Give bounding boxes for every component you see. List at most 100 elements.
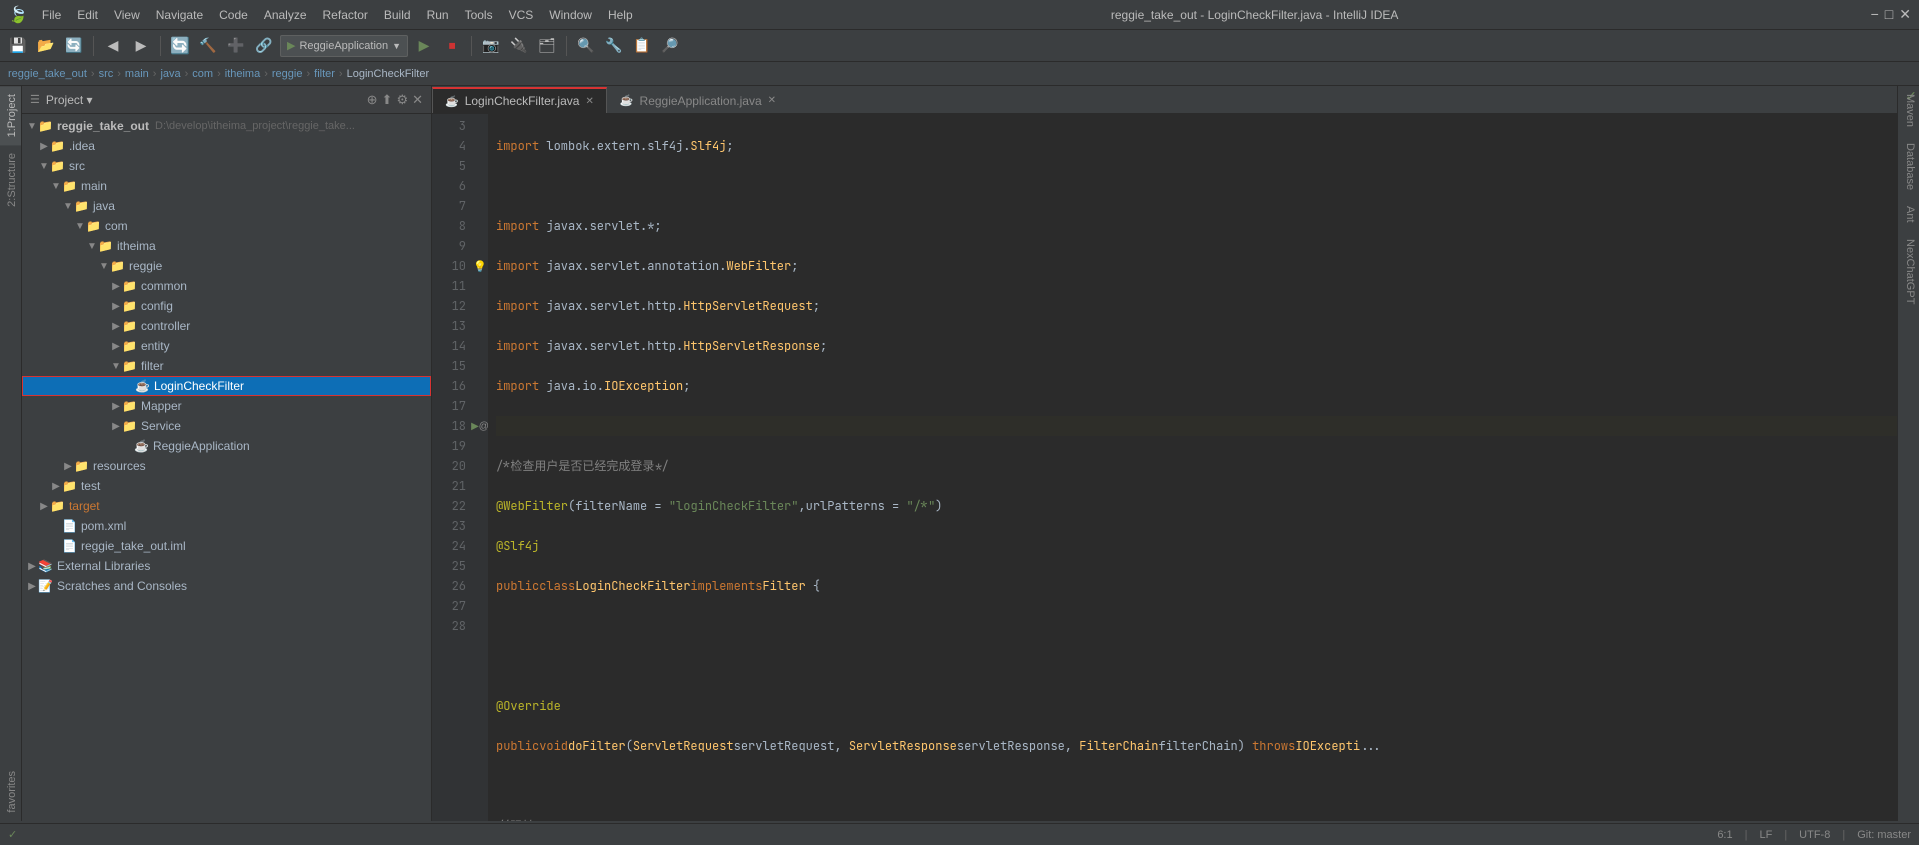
bc-main[interactable]: main <box>125 68 149 80</box>
bc-filter[interactable]: filter <box>314 68 335 80</box>
profile-button[interactable]: 🔌 <box>507 34 531 58</box>
tree-item-resources[interactable]: ▶ 📁 resources <box>22 456 431 476</box>
collapse-all-icon[interactable]: ⬆ <box>382 92 393 108</box>
folder-icon: 📁 <box>110 259 125 273</box>
tree-item-ext-libs[interactable]: ▶ 📚 External Libraries <box>22 556 431 576</box>
coverage-button[interactable]: 📷 <box>479 34 503 58</box>
sidebar-tab-project[interactable]: 1:Project <box>0 86 21 145</box>
tree-item-service[interactable]: ▶ 📁 Service <box>22 416 431 436</box>
structure-button[interactable]: 🗂 <box>535 34 559 58</box>
tree-label: ReggieApplication <box>153 439 250 453</box>
folder-icon: 📁 <box>62 479 77 493</box>
status-check: ✓ <box>8 828 17 841</box>
menu-navigate[interactable]: Navigate <box>150 6 209 24</box>
back-button[interactable]: ◀ <box>101 34 125 58</box>
menu-edit[interactable]: Edit <box>71 6 104 24</box>
maximize-button[interactable]: □ <box>1885 6 1893 23</box>
tree-item-target[interactable]: ▶ 📁 target <box>22 496 431 516</box>
menu-file[interactable]: File <box>36 6 67 24</box>
menu-view[interactable]: View <box>108 6 146 24</box>
tab-close-button[interactable]: ✕ <box>768 95 776 106</box>
hide-panel-icon[interactable]: ✕ <box>412 92 423 108</box>
tree-item-reggie[interactable]: ▼ 📁 reggie <box>22 256 431 276</box>
bc-src[interactable]: src <box>99 68 114 80</box>
tab-close-button[interactable]: ✕ <box>585 96 593 107</box>
menu-analyze[interactable]: Analyze <box>258 6 313 24</box>
tree-item-common[interactable]: ▶ 📁 common <box>22 276 431 296</box>
java-run-icon: ☕ <box>134 439 149 453</box>
expand-arrow: ▶ <box>26 581 38 592</box>
editor-tab-reggieapp[interactable]: ☕ ReggieApplication.java ✕ <box>607 87 789 113</box>
bc-itheima[interactable]: itheima <box>225 68 260 80</box>
settings-button[interactable]: 🔧 <box>602 34 626 58</box>
sidebar-tab-favorites[interactable]: favorites <box>0 763 21 821</box>
tree-item-main[interactable]: ▼ 📁 main <box>22 176 431 196</box>
add-button[interactable]: ➕ <box>224 34 248 58</box>
menu-code[interactable]: Code <box>213 6 254 24</box>
build-button[interactable]: 🔨 <box>196 34 220 58</box>
menu-tools[interactable]: Tools <box>459 6 499 24</box>
run-config-combo[interactable]: ▶ ReggieApplication ▼ <box>280 35 408 57</box>
sidebar-tab-structure[interactable]: 2:Structure <box>0 145 21 215</box>
bc-com[interactable]: com <box>192 68 213 80</box>
tree-item-root[interactable]: ▼ 📁 reggie_take_out D:\develop\itheima_p… <box>22 116 431 136</box>
open-button[interactable]: 📂 <box>34 34 58 58</box>
tree-label: Mapper <box>141 399 182 413</box>
tree-item-filter[interactable]: ▼ 📁 filter <box>22 356 431 376</box>
toolbar-sep-4 <box>566 36 567 56</box>
tree-item-logincheckfilter[interactable]: ☕ LoginCheckFilter <box>22 376 431 396</box>
bc-reggie[interactable]: reggie <box>272 68 303 80</box>
search-everywhere-button[interactable]: 🔍 <box>574 34 598 58</box>
close-button[interactable]: ✕ <box>1899 6 1911 23</box>
right-tab-nexchatgpt[interactable]: NexChatGPT <box>1898 231 1919 312</box>
run-icon: ▶ <box>287 39 295 52</box>
run-config-label: ReggieApplication <box>299 40 388 52</box>
editor-tab-logincheckfilter[interactable]: ☕ LoginCheckFilter.java ✕ <box>432 87 607 113</box>
tree-item-iml[interactable]: 📄 reggie_take_out.iml <box>22 536 431 556</box>
code-line-13: @Slf4j <box>496 536 1897 556</box>
tree-item-entity[interactable]: ▶ 📁 entity <box>22 336 431 356</box>
run-config-button[interactable]: 🔗 <box>252 34 276 58</box>
run-button[interactable]: ▶ <box>412 34 436 58</box>
code-content[interactable]: import lombok.extern.slf4j.Slf4j; import… <box>488 114 1897 821</box>
menu-refactor[interactable]: Refactor <box>317 6 374 24</box>
forward-button[interactable]: ▶ <box>129 34 153 58</box>
right-tab-ant[interactable]: Ant <box>1898 198 1919 231</box>
tree-item-test[interactable]: ▶ 📁 test <box>22 476 431 496</box>
tree-item-scratches[interactable]: ▶ 📝 Scratches and Consoles <box>22 576 431 596</box>
stop-button[interactable]: ⏹ <box>440 34 464 58</box>
menu-vcs[interactable]: VCS <box>503 6 540 24</box>
menu-run[interactable]: Run <box>421 6 455 24</box>
code-editor[interactable]: 3 4 5 6 7 8 9 10 11 12 13 14 15 16 17 18… <box>432 114 1897 821</box>
tree-item-idea[interactable]: ▶ 📁 .idea <box>22 136 431 156</box>
lightbulb-icon[interactable]: 💡 <box>473 260 487 273</box>
folder-icon: 📁 <box>50 139 65 153</box>
tree-item-reggieapp[interactable]: ☕ ReggieApplication <box>22 436 431 456</box>
sync-button[interactable]: 🔄 <box>62 34 86 58</box>
settings-icon[interactable]: ⚙ <box>396 92 408 108</box>
run-gutter-icon[interactable]: ▶ <box>471 421 479 432</box>
menu-build[interactable]: Build <box>378 6 417 24</box>
tree-label: LoginCheckFilter <box>154 379 244 393</box>
tree-item-mapper[interactable]: ▶ 📁 Mapper <box>22 396 431 416</box>
tree-item-java[interactable]: ▼ 📁 java <box>22 196 431 216</box>
tree-item-src[interactable]: ▼ 📁 src <box>22 156 431 176</box>
tree-item-itheima[interactable]: ▼ 📁 itheima <box>22 236 431 256</box>
save-all-button[interactable]: 💾 <box>6 34 30 58</box>
tree-item-com[interactable]: ▼ 📁 com <box>22 216 431 236</box>
right-tab-maven[interactable]: Maven <box>1898 86 1919 135</box>
folder-icon: 📁 <box>74 459 89 473</box>
menu-window[interactable]: Window <box>543 6 598 24</box>
tree-item-config[interactable]: ▶ 📁 config <box>22 296 431 316</box>
tree-item-pom[interactable]: 📄 pom.xml <box>22 516 431 536</box>
bc-project[interactable]: reggie_take_out <box>8 68 87 80</box>
menu-help[interactable]: Help <box>602 6 639 24</box>
refresh-button[interactable]: 🔄 <box>168 34 192 58</box>
right-tab-database[interactable]: Database <box>1898 135 1919 198</box>
project-settings-button[interactable]: 📋 <box>630 34 654 58</box>
minimize-button[interactable]: − <box>1871 6 1879 23</box>
bc-java[interactable]: java <box>160 68 180 80</box>
locate-icon[interactable]: ⊕ <box>367 92 378 108</box>
find-button[interactable]: 🔎 <box>658 34 682 58</box>
tree-item-controller[interactable]: ▶ 📁 controller <box>22 316 431 336</box>
